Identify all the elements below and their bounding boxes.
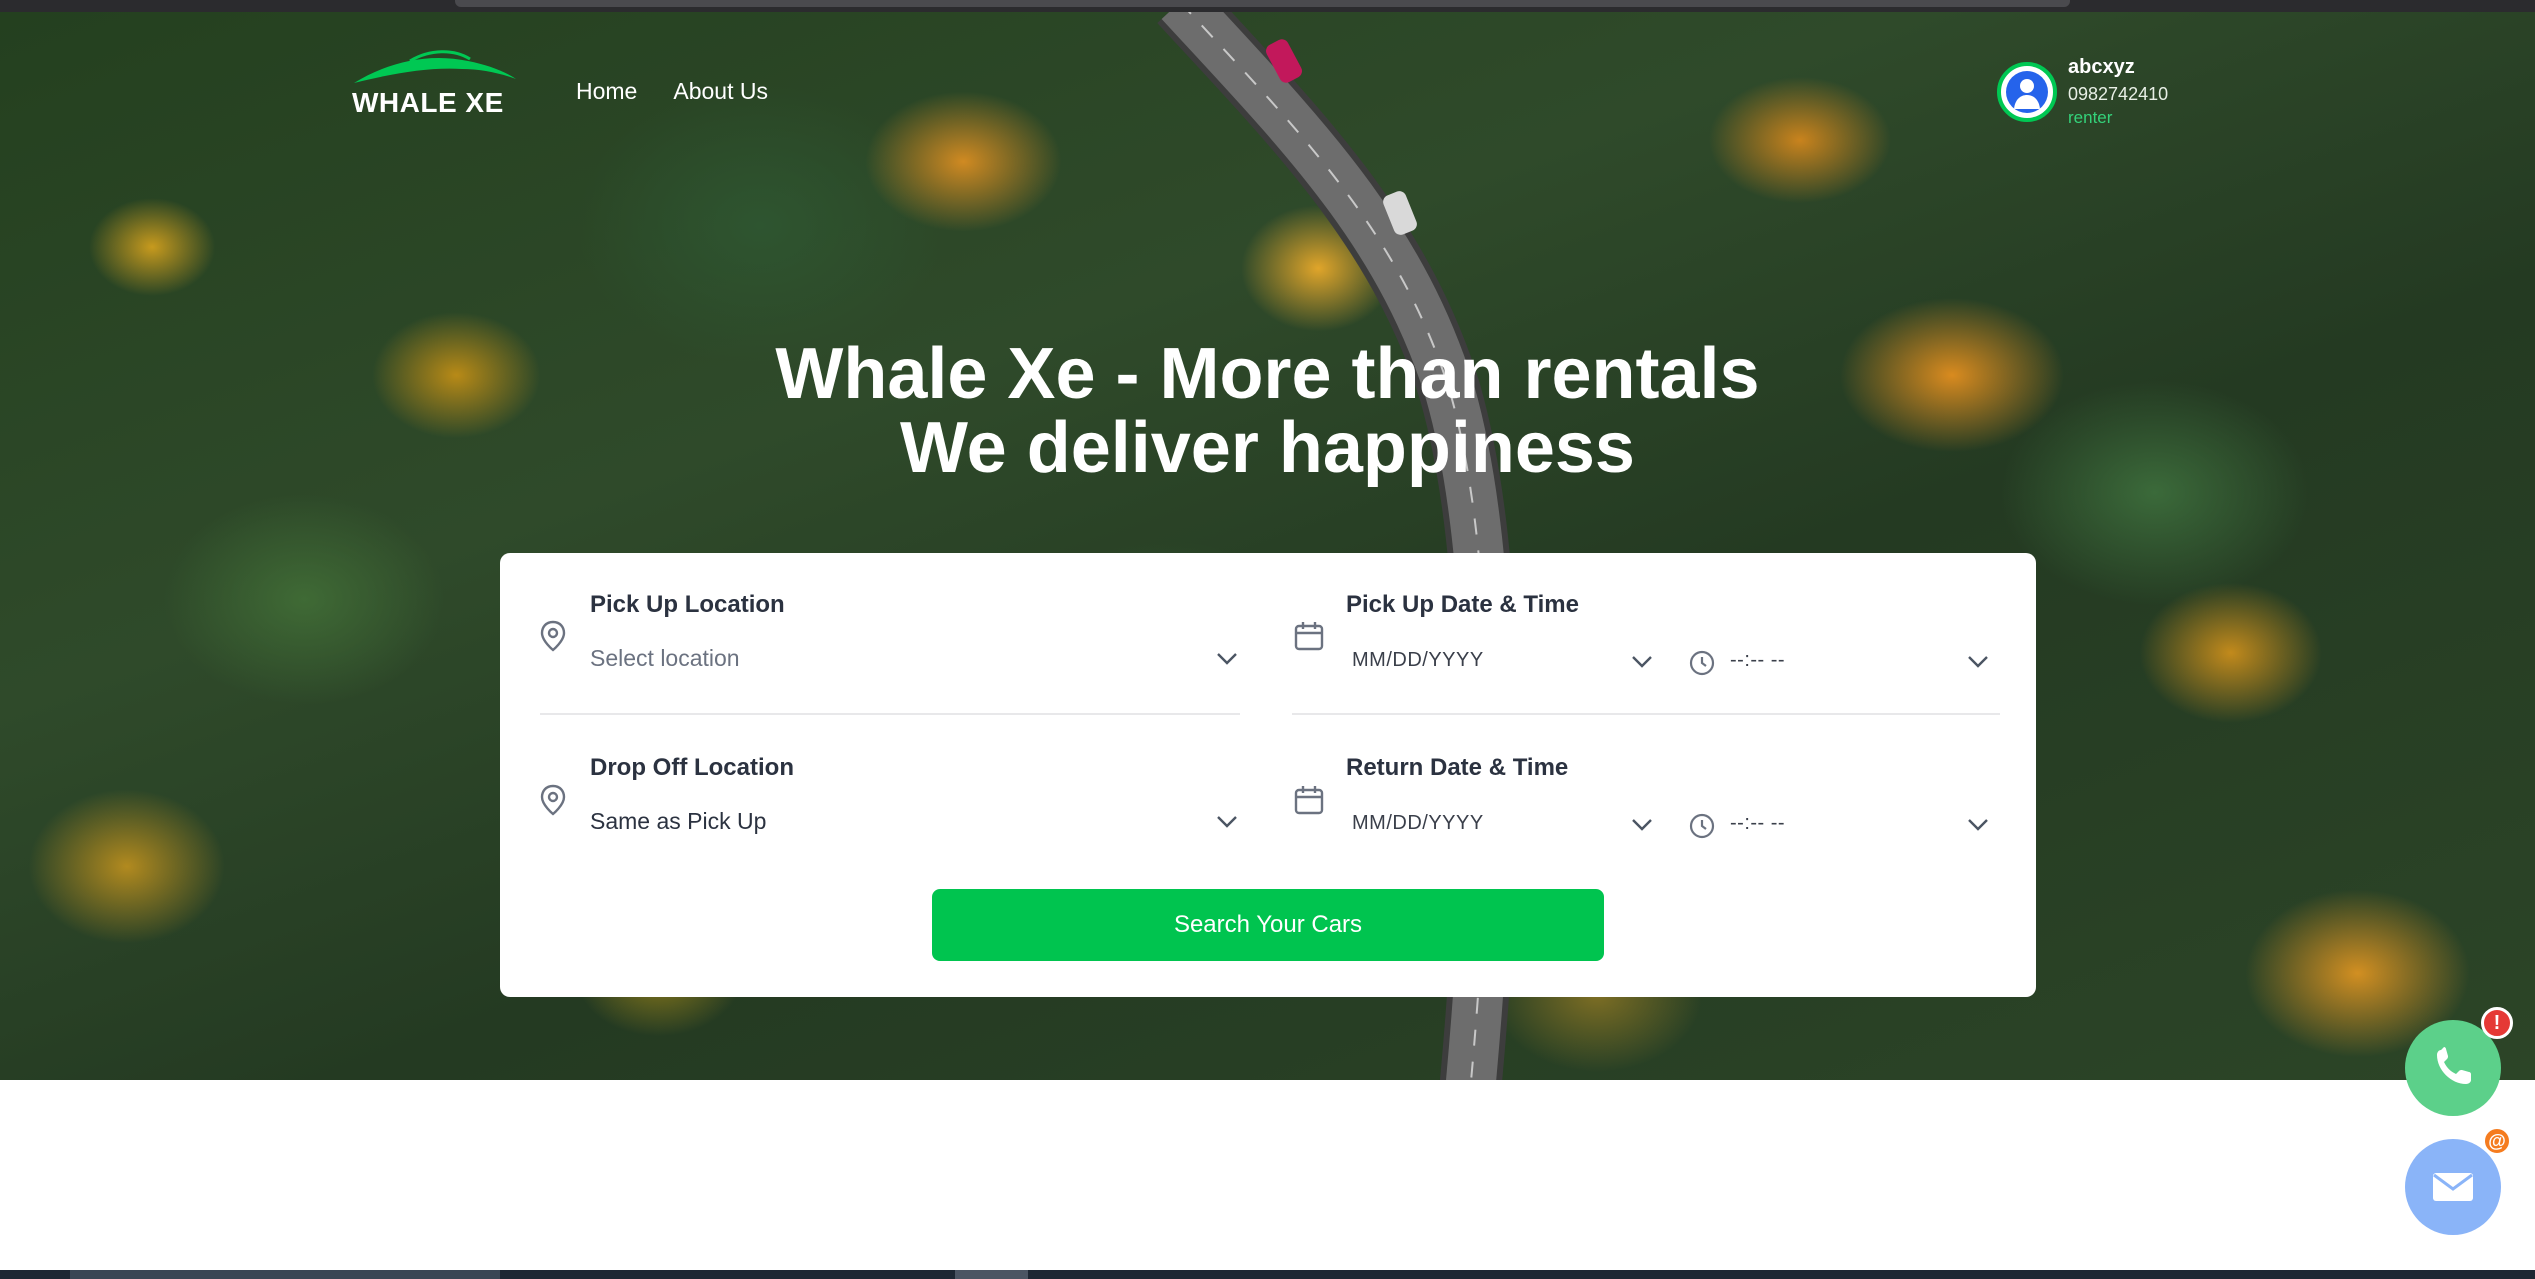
chevron-down-icon[interactable] <box>1967 818 1989 832</box>
hero-headline: Whale Xe - More than rentals We deliver … <box>0 337 2535 485</box>
clock-icon <box>1689 813 1715 839</box>
hero-headline-line2: We deliver happiness <box>900 408 1635 488</box>
nav-home[interactable]: Home <box>576 78 637 105</box>
return-datetime-label: Return Date & Time <box>1346 754 1569 781</box>
mail-icon <box>2433 1173 2473 1201</box>
user-role: renter <box>2068 108 2113 127</box>
user-name: abcxyz <box>2068 56 2135 78</box>
bottom-bar <box>0 1270 2535 1279</box>
calendar-icon <box>1294 786 1324 815</box>
chevron-down-icon[interactable] <box>1967 655 1989 669</box>
dropoff-location-select[interactable]: Same as Pick Up <box>590 808 766 835</box>
pickup-date-input[interactable]: MM/DD/YYYY <box>1352 649 1484 672</box>
chevron-down-icon[interactable] <box>1631 818 1653 832</box>
hero-headline-line1: Whale Xe - More than rentals <box>775 334 1760 414</box>
browser-top-bar <box>0 0 2535 12</box>
main-nav: Home About Us <box>576 78 768 105</box>
pickup-time-input[interactable]: --:-- -- <box>1730 649 1785 672</box>
browser-top-bar-tab <box>455 0 2070 7</box>
search-cars-button[interactable]: Search Your Cars <box>932 889 1604 961</box>
user-phone: 0982742410 <box>2068 84 2169 104</box>
car-search-form: Pick Up Location Select location Drop Of… <box>500 553 2036 997</box>
call-alert-badge: ! <box>2481 1007 2513 1039</box>
chevron-down-icon[interactable] <box>1216 815 1238 829</box>
dropoff-location-label: Drop Off Location <box>590 754 794 781</box>
nav-about-us[interactable]: About Us <box>673 78 768 105</box>
location-pin-icon <box>540 784 566 816</box>
user-profile[interactable]: abcxyz 0982742410 renter <box>1997 56 2197 130</box>
return-date-input[interactable]: MM/DD/YYYY <box>1352 812 1484 835</box>
chevron-down-icon[interactable] <box>1216 652 1238 666</box>
pickup-datetime-label: Pick Up Date & Time <box>1346 591 1579 618</box>
whale-xe-logo[interactable]: WHALE XE <box>350 47 520 118</box>
calendar-icon <box>1294 622 1324 651</box>
avatar[interactable] <box>1997 62 2057 122</box>
mail-button[interactable] <box>2405 1139 2501 1235</box>
car-swoosh-logo-icon <box>354 50 516 83</box>
form-divider <box>540 713 1240 715</box>
user-icon <box>2014 79 2040 109</box>
location-pin-icon <box>540 620 566 652</box>
mail-badge: @ <box>2483 1127 2511 1155</box>
hero-section: WHALE XE Home About Us abcxyz 0982742410… <box>0 12 2535 1080</box>
pickup-location-label: Pick Up Location <box>590 591 785 618</box>
form-divider <box>1292 713 2000 715</box>
brand-name: WHALE XE <box>352 87 504 118</box>
chevron-down-icon[interactable] <box>1631 655 1653 669</box>
return-time-input[interactable]: --:-- -- <box>1730 812 1785 835</box>
pickup-location-select[interactable]: Select location <box>590 645 740 672</box>
clock-icon <box>1689 650 1715 676</box>
